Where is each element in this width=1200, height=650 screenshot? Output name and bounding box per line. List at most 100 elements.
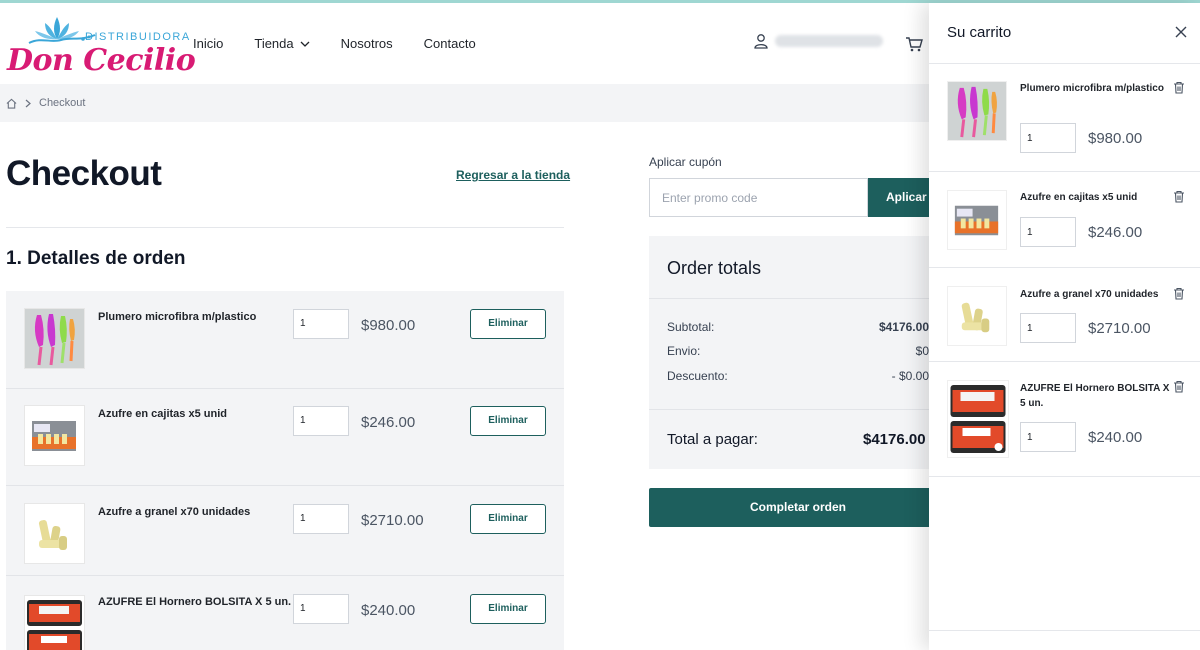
divider — [929, 171, 1200, 172]
discount-label-text: Descuento: — [667, 369, 728, 383]
quantity-input[interactable]: 1 — [293, 309, 349, 339]
order-item-row: Azufre en cajitas x5 unid 1 $246.00 Elim… — [6, 389, 564, 486]
quantity-input[interactable]: 1 — [293, 406, 349, 436]
subtotal-value: $4176.00 — [878, 320, 929, 334]
order-item-name: AZUFRE El Hornero BOLSITA X 5 un. — [98, 596, 292, 608]
order-totals-title: Order totals — [667, 258, 762, 278]
divider — [929, 361, 1200, 362]
order-item-row: Azufre a granel x70 unidades 1 $2710.00 … — [6, 486, 564, 576]
remove-item-button[interactable]: Eliminar — [470, 406, 546, 436]
cart-item-price: $980.00 — [1088, 130, 1143, 147]
cart-icon[interactable] — [905, 36, 923, 52]
close-icon[interactable] — [1175, 26, 1187, 38]
cart-item-price: $246.00 — [1088, 224, 1143, 241]
cart-quantity-input[interactable]: 1 — [1020, 217, 1076, 247]
cart-item-name: AZUFRE El Hornero BOLSITA X 5 un. — [1020, 383, 1170, 409]
order-item-name: Azufre a granel x70 unidades — [98, 506, 251, 518]
back-to-shop-link[interactable]: Regresar a la tienda — [456, 168, 570, 182]
order-items-list: Plumero microfibra m/plastico 1 $980.00 … — [6, 291, 564, 650]
order-item-price: $240.00 — [361, 602, 416, 619]
divider — [929, 267, 1200, 268]
nav-contacto[interactable]: Contacto — [424, 36, 476, 51]
product-image[interactable] — [24, 308, 85, 369]
remove-item-button[interactable]: Eliminar — [470, 594, 546, 624]
divider — [929, 476, 1200, 477]
discount-label: Descuento: — [667, 369, 929, 383]
order-item-name: Plumero microfibra m/plastico — [98, 311, 257, 323]
trash-icon[interactable] — [1173, 380, 1185, 393]
order-item-price: $246.00 — [361, 414, 416, 431]
chevron-right-icon — [25, 99, 31, 107]
cart-item-image[interactable] — [947, 81, 1007, 141]
sulfur-box-product-image — [948, 191, 1006, 249]
order-item-price: $2710.00 — [361, 512, 424, 529]
order-item-price: $980.00 — [361, 317, 416, 334]
cart-drawer: Su carrito Plumero microfibra m/plastico… — [929, 3, 1200, 650]
user-menu[interactable] — [753, 33, 883, 49]
cart-item-name: Azufre a granel x70 unidades — [1020, 289, 1159, 300]
grand-total-label: Total a pagar: — [667, 431, 758, 448]
brand-name: Don Cecilio — [7, 43, 196, 78]
cart-title: Su carrito — [947, 24, 1012, 41]
nav-tienda[interactable]: Tienda — [254, 36, 310, 51]
promo-code-input[interactable]: Enter promo code — [649, 178, 868, 217]
discount-value: - $0.00 — [891, 369, 929, 383]
chevron-down-icon — [300, 41, 310, 47]
home-icon[interactable] — [6, 98, 17, 109]
section-title: 1. Detalles de orden — [6, 248, 186, 269]
divider — [649, 409, 949, 410]
cart-item-name: Plumero microfibra m/plastico — [1020, 83, 1164, 94]
breadcrumb-current: Checkout — [39, 97, 86, 109]
sulfur-bag-product-image — [948, 381, 1008, 457]
product-image[interactable] — [24, 405, 85, 466]
order-item-row: Plumero microfibra m/plastico 1 $980.00 … — [6, 291, 564, 389]
nav-tienda-label: Tienda — [254, 36, 294, 51]
remove-item-button[interactable]: Eliminar — [470, 504, 546, 534]
sulfur-bulk-product-image — [25, 504, 84, 563]
shipping-value: $0 — [915, 344, 929, 358]
cart-item-image[interactable] — [947, 286, 1007, 346]
nav-nosotros[interactable]: Nosotros — [341, 36, 393, 51]
brand-tagline: DISTRIBUIDORA — [85, 31, 191, 43]
order-item-row: AZUFRE El Hornero BOLSITA X 5 un. 1 $240… — [6, 576, 564, 650]
cart-quantity-input[interactable]: 1 — [1020, 123, 1076, 153]
divider — [649, 298, 949, 299]
divider — [929, 630, 1200, 631]
remove-item-button[interactable]: Eliminar — [470, 309, 546, 339]
cart-item-name: Azufre en cajitas x5 unid — [1020, 192, 1138, 203]
product-image[interactable] — [24, 503, 85, 564]
cart-item-image[interactable] — [947, 380, 1009, 458]
cart-quantity-input[interactable]: 1 — [1020, 313, 1076, 343]
shipping-label-text: Envio: — [667, 344, 701, 358]
shipping-label: Envio: — [667, 344, 929, 358]
cart-quantity-input[interactable]: 1 — [1020, 422, 1076, 452]
duster-product-image — [948, 82, 1006, 140]
quantity-input[interactable]: 1 — [293, 594, 349, 624]
user-name-blurred — [775, 35, 883, 47]
complete-order-button[interactable]: Completar orden — [649, 488, 947, 527]
duster-product-image — [25, 309, 84, 368]
subtotal-label-text: Subtotal: — [667, 320, 715, 334]
sulfur-bag-product-image — [25, 596, 84, 650]
cart-item-price: $240.00 — [1088, 429, 1143, 446]
divider — [929, 63, 1200, 64]
trash-icon[interactable] — [1173, 81, 1185, 94]
cart-item-image[interactable] — [947, 190, 1007, 250]
cart-item-price: $2710.00 — [1088, 320, 1151, 337]
sulfur-bulk-product-image — [948, 287, 1006, 345]
nav-inicio[interactable]: Inicio — [193, 36, 223, 51]
order-totals-panel: Order totals Subtotal: $4176.00 Envio: $… — [649, 236, 949, 469]
grand-total-value: $4176.00 — [863, 431, 926, 448]
page-title: Checkout — [6, 154, 162, 193]
sulfur-box-product-image — [25, 406, 84, 465]
brand-logo[interactable]: DISTRIBUIDORA Don Cecilio — [5, 13, 196, 79]
trash-icon[interactable] — [1173, 190, 1185, 203]
coupon-label: Aplicar cupón — [649, 155, 722, 169]
order-item-name: Azufre en cajitas x5 unid — [98, 408, 227, 420]
trash-icon[interactable] — [1173, 287, 1185, 300]
main-nav: Inicio Tienda Nosotros Contacto — [193, 36, 507, 51]
divider — [6, 227, 564, 228]
quantity-input[interactable]: 1 — [293, 504, 349, 534]
product-image[interactable] — [24, 595, 85, 650]
user-icon — [754, 34, 768, 49]
